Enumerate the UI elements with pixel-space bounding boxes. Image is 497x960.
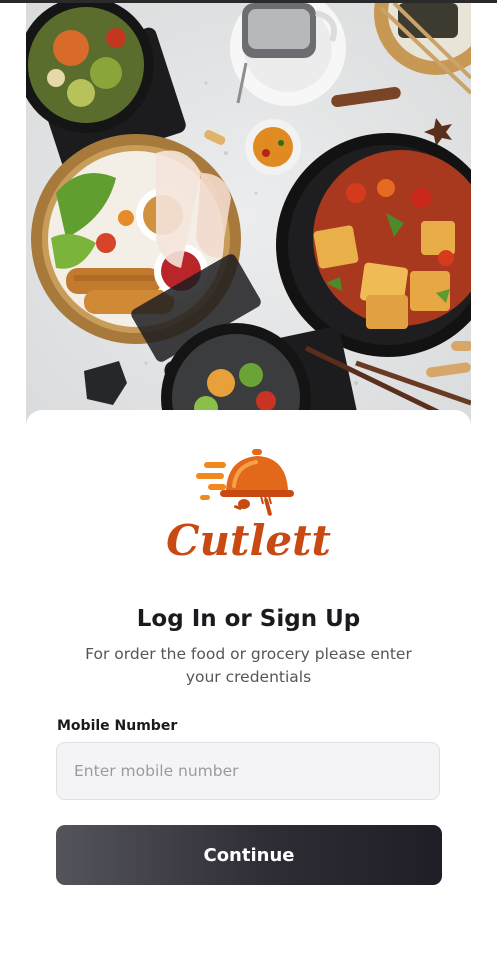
delivery-cloche-logo-icon bbox=[190, 446, 310, 518]
page-title: Log In or Sign Up bbox=[136, 606, 361, 632]
hero-food-image bbox=[26, 3, 471, 428]
mobile-number-input[interactable] bbox=[56, 742, 440, 800]
mobile-number-label: Mobile Number bbox=[57, 718, 178, 734]
brand-name: Cutlett bbox=[166, 516, 331, 565]
continue-button[interactable]: Continue bbox=[56, 825, 442, 885]
page-subtitle: For order the food or grocery please ent… bbox=[85, 645, 412, 686]
food-photo-illustration bbox=[26, 3, 471, 428]
